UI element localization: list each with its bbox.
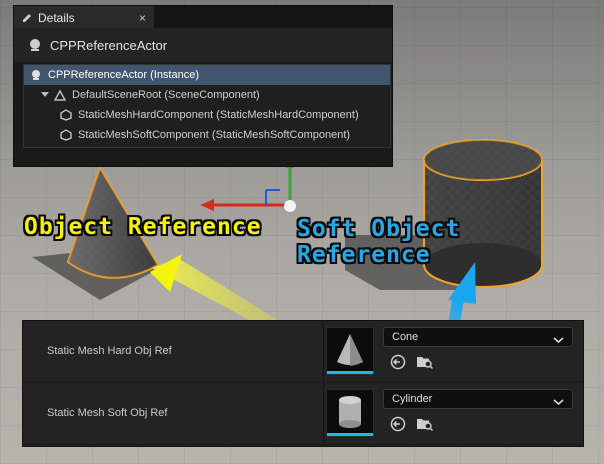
soft-object-reference-label: Soft Object Reference	[297, 216, 461, 268]
folder-search-icon	[417, 419, 434, 432]
asset-type-bar	[327, 433, 373, 436]
tree-row-label: DefaultSceneRoot (SceneComponent)	[72, 89, 260, 101]
cone-thumbnail[interactable]	[326, 327, 374, 375]
actor-header: CPPReferenceActor	[14, 28, 392, 62]
use-selected-button[interactable]	[389, 353, 407, 371]
chevron-down-icon[interactable]	[40, 89, 52, 101]
details-tab-bar: Details ×	[14, 6, 392, 28]
chevron-down-icon	[553, 332, 564, 350]
close-icon[interactable]: ×	[139, 11, 146, 25]
details-tab[interactable]: Details ×	[14, 6, 154, 28]
property-label: Static Mesh Hard Obj Ref	[47, 345, 172, 357]
arrow-left-circle-icon	[390, 354, 406, 370]
details-panel: Details × CPPReferenceActor CPPReference…	[13, 5, 393, 167]
object-reference-label: Object Reference	[24, 214, 262, 240]
tree-row-label: CPPReferenceActor (Instance)	[48, 69, 200, 81]
property-label: Static Mesh Soft Obj Ref	[47, 407, 168, 419]
combo-value: Cone	[392, 331, 419, 343]
folder-search-icon	[417, 357, 434, 370]
combo-value: Cylinder	[392, 393, 433, 405]
divider	[323, 383, 324, 443]
static-mesh-icon	[60, 109, 72, 121]
browse-asset-button[interactable]	[416, 353, 434, 371]
tree-row-label: StaticMeshSoftComponent (StaticMeshSoftC…	[78, 129, 351, 141]
property-row-soft: Static Mesh Soft Obj Ref Cylinder	[23, 383, 583, 443]
property-panel: Static Mesh Hard Obj Ref Cone Static Mes…	[22, 320, 584, 447]
scene-component-icon	[53, 89, 67, 101]
tree-row-static-mesh-hard[interactable]: StaticMeshHardComponent (StaticMeshHardC…	[24, 105, 390, 125]
tree-row-static-mesh-soft[interactable]: StaticMeshSoftComponent (StaticMeshSoftC…	[24, 125, 390, 145]
use-selected-button[interactable]	[389, 415, 407, 433]
tree-row-label: StaticMeshHardComponent (StaticMeshHardC…	[78, 109, 359, 121]
details-pencil-icon	[20, 11, 34, 25]
cylinder-thumbnail[interactable]	[326, 389, 374, 437]
component-tree: CPPReferenceActor (Instance) DefaultScen…	[23, 64, 391, 148]
tree-row-default-scene-root[interactable]: DefaultSceneRoot (SceneComponent)	[24, 85, 390, 105]
chevron-down-icon	[553, 394, 564, 412]
actor-icon	[30, 69, 42, 81]
cone-icon	[337, 334, 363, 366]
static-mesh-icon	[60, 129, 72, 141]
divider	[323, 321, 324, 381]
mesh-asset-combo-soft[interactable]: Cylinder	[383, 389, 573, 409]
actor-icon	[28, 38, 42, 52]
property-row-hard: Static Mesh Hard Obj Ref Cone	[23, 321, 583, 381]
arrow-left-circle-icon	[390, 416, 406, 432]
browse-asset-button[interactable]	[416, 415, 434, 433]
asset-type-bar	[327, 371, 373, 374]
cylinder-icon	[339, 396, 361, 428]
mesh-asset-combo-hard[interactable]: Cone	[383, 327, 573, 347]
details-tab-label: Details	[38, 11, 75, 25]
actor-name: CPPReferenceActor	[50, 37, 168, 53]
tree-row-instance[interactable]: CPPReferenceActor (Instance)	[24, 65, 390, 85]
